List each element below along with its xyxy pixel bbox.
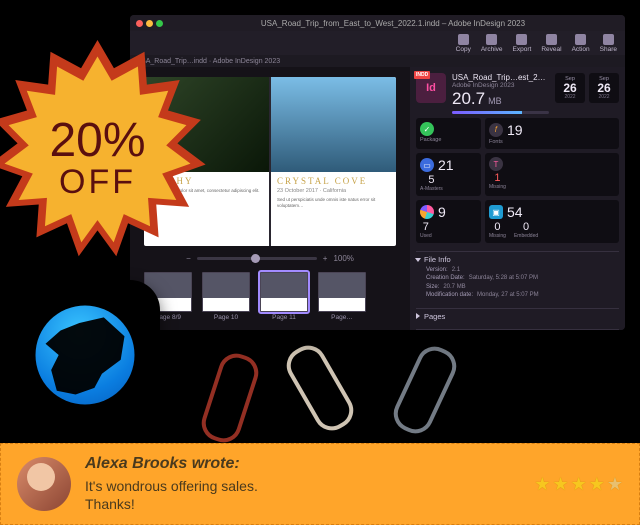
date-created: Sep 26 2022 (589, 73, 619, 103)
page-thumbnails: Page 8/9 Page 10 Page 11 Page… (130, 266, 410, 330)
action-icon (575, 34, 586, 45)
text-icon: T (489, 157, 503, 171)
file-size: 20.7 MB (452, 89, 549, 109)
paperclip-icon (197, 349, 263, 447)
share-icon (603, 34, 614, 45)
zoom-level: 100% (333, 254, 353, 263)
thumb-page[interactable]: Page… (318, 272, 366, 321)
file-dates: Sep 26 2022 Sep 26 2022 (555, 73, 619, 103)
thumb-page-selected[interactable]: Page 11 (260, 272, 308, 321)
section-file-info[interactable]: File Info Version:2.1 Creation Date:Satu… (416, 251, 619, 300)
avatar (17, 457, 71, 511)
reveal-icon (546, 34, 557, 45)
fonts-icon: 𝑓 (489, 123, 503, 137)
product-shot: USA_Road_Trip_from_East_to_West_2022.1.i… (0, 0, 640, 440)
section-body: Version:2.1 Creation Date:Saturday, 5:28… (416, 264, 619, 300)
toolbar-reveal[interactable]: Reveal (541, 34, 561, 53)
filetype-badge: INDD Id (416, 73, 446, 103)
archive-icon (486, 34, 497, 45)
colors-pie-icon (420, 205, 434, 219)
close-icon[interactable] (136, 20, 143, 27)
page-heading: CRYSTAL COVE (277, 176, 390, 186)
copy-icon (458, 34, 469, 45)
thumb-page[interactable]: Page 10 (202, 272, 250, 321)
stat-text[interactable]: T 1Missing (485, 153, 619, 196)
toolbar-share[interactable]: Share (600, 34, 617, 53)
chevron-down-icon (415, 258, 421, 262)
paperclip-icon (388, 341, 462, 439)
size-bar (452, 111, 549, 114)
date-modified: Sep 26 2022 (555, 73, 585, 103)
stat-images[interactable]: ▣54 0Missing 0Embedded (485, 200, 619, 243)
star-outline-icon: ★ (607, 474, 623, 495)
star-icon: ★ (534, 474, 550, 495)
stat-fonts[interactable]: 𝑓19 Fonts (485, 118, 619, 149)
page-subheading: 23 October 2017 · California (277, 188, 390, 194)
inspector-panel: INDD Id USA_Road_Trip…est_2022.1.indd Ad… (410, 67, 625, 330)
images-icon: ▣ (489, 205, 503, 219)
package-icon: ✓ (420, 122, 434, 136)
chevron-right-icon (416, 313, 420, 319)
page-photo (271, 77, 396, 172)
paperclip-icon (280, 339, 360, 437)
stats-grid: ✓ Package 𝑓19 Fonts ▭21 5A-Masters T 1Mi… (416, 118, 619, 243)
file-name: USA_Road_Trip…est_2022.1.indd (452, 73, 549, 82)
stat-pages[interactable]: ▭21 5A-Masters (416, 153, 481, 196)
export-icon (516, 34, 527, 45)
toolbar-copy[interactable]: Copy (456, 34, 471, 53)
titlebar: USA_Road_Trip_from_East_to_West_2022.1.i… (130, 15, 625, 31)
section-header[interactable]: File Info (416, 255, 619, 264)
star-icon: ★ (589, 474, 605, 495)
pages-icon: ▭ (420, 158, 434, 172)
star-rating: ★ ★ ★ ★ ★ (534, 474, 623, 495)
minimize-icon[interactable] (146, 20, 153, 27)
maximize-icon[interactable] (156, 20, 163, 27)
stat-colours[interactable]: 9 7Used (416, 200, 481, 243)
star-icon: ★ (552, 474, 568, 495)
discount-badge: 20% OFF (0, 40, 215, 275)
testimonial-author: Alexa Brooks wrote: (85, 455, 520, 473)
zoom-in-icon[interactable]: + (323, 254, 328, 263)
section-file-info-2[interactable]: File Info (416, 329, 619, 330)
testimonial-strip: Alexa Brooks wrote: It's wondrous offeri… (0, 443, 640, 525)
file-app: Adobe InDesign 2023 (452, 82, 549, 89)
spread-page-right: CRYSTAL COVE 23 October 2017 · Californi… (271, 77, 396, 246)
stat-package[interactable]: ✓ Package (416, 118, 481, 149)
section-pages[interactable]: Pages (416, 308, 619, 321)
eagle-logo-icon (30, 300, 140, 410)
discount-amount: 20% OFF (49, 117, 145, 199)
testimonial-body: It's wondrous offering sales. Thanks! (85, 477, 520, 513)
toolbar-archive[interactable]: Archive (481, 34, 503, 53)
app-icon (10, 280, 160, 430)
section-header[interactable]: Pages (416, 312, 619, 321)
toolbar-export[interactable]: Export (513, 34, 532, 53)
window-title: USA_Road_Trip_from_East_to_West_2022.1.i… (167, 19, 619, 28)
toolbar-action[interactable]: Action (572, 34, 590, 53)
zoom-slider-handle[interactable] (251, 254, 260, 263)
page-body: Sed ut perspiciatis unde omnis iste natu… (277, 197, 390, 209)
star-icon: ★ (571, 474, 587, 495)
